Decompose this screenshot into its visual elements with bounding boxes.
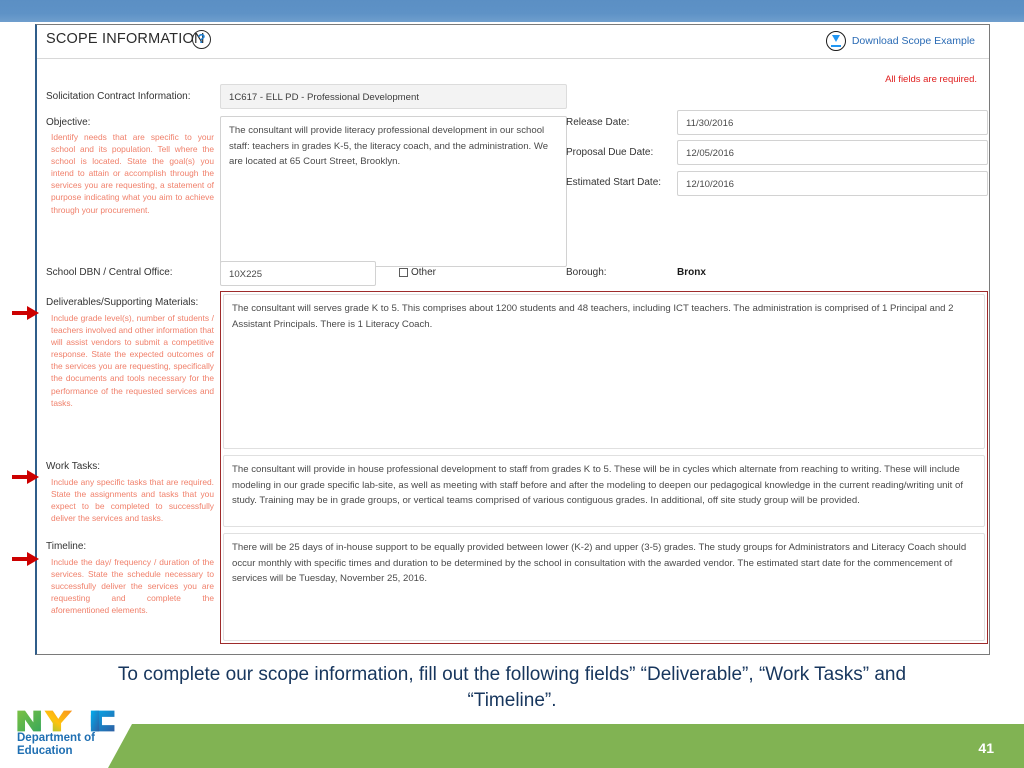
help-icon[interactable]: ? (192, 30, 211, 49)
release-date-input[interactable]: 11/30/2016 (677, 110, 988, 135)
estimated-start-date-input[interactable]: 12/10/2016 (677, 171, 988, 196)
top-blue-band (0, 0, 1024, 22)
deliverables-textarea[interactable]: The consultant will serves grade K to 5.… (223, 294, 985, 449)
objective-label: Objective: (46, 117, 91, 128)
other-checkbox-group[interactable]: Other (399, 267, 436, 278)
solicitation-value-field: 1C617 - ELL PD - Professional Developmen… (220, 84, 567, 109)
work-tasks-label: Work Tasks: (46, 461, 101, 472)
objective-hint: Identify needs that are specific to your… (51, 132, 214, 215)
school-dbn-input[interactable]: 10X225 (220, 261, 376, 286)
nyc-logo-icon (17, 710, 115, 732)
work-tasks-textarea[interactable]: The consultant will provide in house pro… (223, 455, 985, 527)
panel-header: SCOPE INFORMATION ? Download Scope Examp… (37, 25, 989, 59)
annotation-arrow-deliverables (12, 305, 42, 321)
nyc-doe-logo: Department of Education (16, 708, 136, 757)
annotation-arrow-timeline (12, 551, 42, 567)
required-fields-note: All fields are required. (885, 74, 977, 85)
work-tasks-hint: Include any specific tasks that are requ… (51, 477, 214, 524)
proposal-due-date-input[interactable]: 12/05/2016 (677, 140, 988, 165)
timeline-label: Timeline: (46, 541, 87, 552)
solicitation-label: Solicitation Contract Information: (46, 91, 191, 102)
annotation-arrow-work-tasks (12, 469, 42, 485)
slide-caption: To complete our scope information, fill … (117, 664, 907, 711)
objective-textarea[interactable]: The consultant will provide literacy pro… (220, 116, 567, 267)
doe-wordmark: Department of Education (17, 732, 95, 757)
scope-information-screenshot: SCOPE INFORMATION ? Download Scope Examp… (35, 24, 990, 655)
deliverables-hint: Include grade level(s), number of studen… (51, 313, 214, 408)
download-scope-example-link[interactable]: Download Scope Example (825, 31, 975, 51)
other-checkbox-label: Other (411, 267, 437, 278)
estimated-start-date-label: Estimated Start Date: (566, 177, 662, 188)
other-checkbox[interactable] (399, 268, 408, 277)
borough-label: Borough: (566, 267, 607, 278)
page-title: SCOPE INFORMATION (46, 31, 205, 47)
proposal-due-date-label: Proposal Due Date: (566, 147, 654, 158)
deliverables-label: Deliverables/Supporting Materials: (46, 297, 199, 308)
borough-value: Bronx (677, 267, 706, 278)
release-date-label: Release Date: (566, 117, 630, 128)
download-icon (825, 31, 846, 51)
page-number: 41 (978, 740, 994, 756)
download-link-label: Download Scope Example (851, 35, 975, 47)
timeline-textarea[interactable]: There will be 25 days of in-house suppor… (223, 533, 985, 641)
school-dbn-label: School DBN / Central Office: (46, 267, 173, 278)
timeline-hint: Include the day/ frequency / duration of… (51, 557, 214, 616)
footer-green-band (108, 724, 1024, 768)
